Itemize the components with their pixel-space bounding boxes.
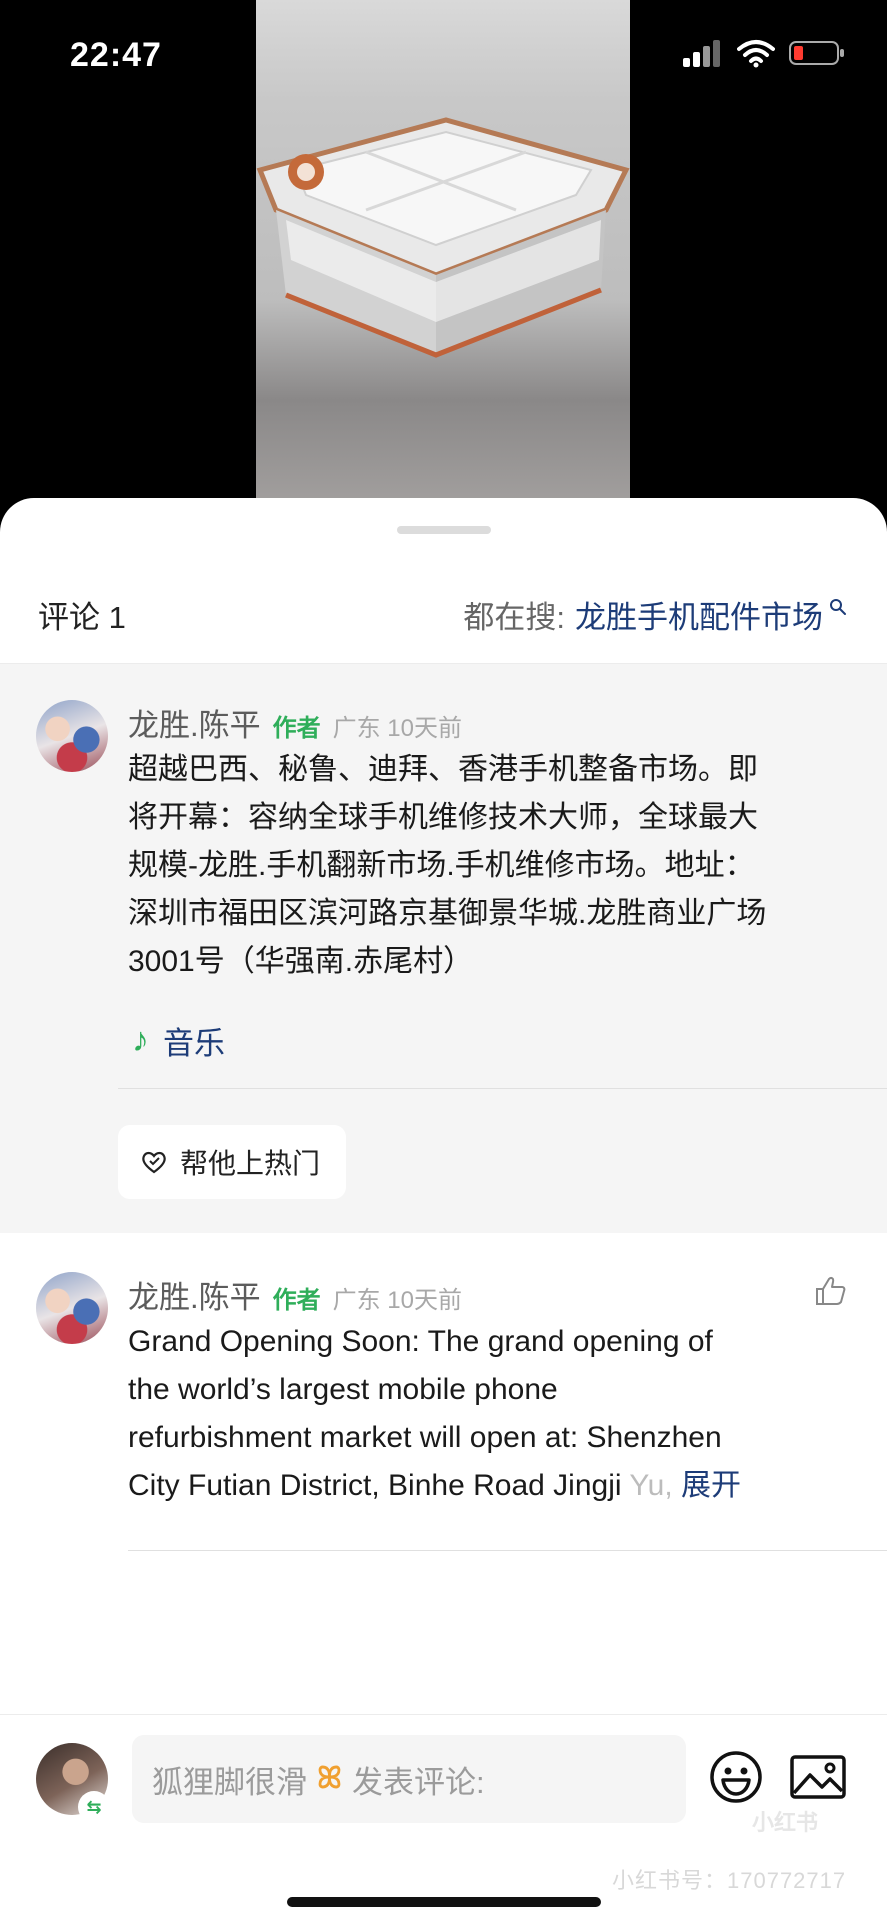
- comment-line: Grand Opening Soon: The grand opening of: [128, 1325, 713, 1358]
- wifi-icon: [737, 40, 775, 68]
- comment-text: Grand Opening Soon: The grand opening of…: [128, 1318, 848, 1510]
- author-name[interactable]: 龙胜.陈平: [128, 1272, 261, 1317]
- comment-text: 超越巴西、秘鲁、迪拜、香港手机整备市场。即 将开幕：容纳全球手机维修技术大师，全…: [128, 746, 848, 986]
- like-icon[interactable]: [815, 1276, 847, 1306]
- pinned-comment-block: 龙胜.陈平 作者 广东 10天前 超越巴西、秘鲁、迪拜、香港手机整备市场。即 将…: [0, 663, 887, 1233]
- music-note-icon: ♪: [132, 1021, 149, 1059]
- comments-sheet: 评论 1 都在搜: 龙胜手机配件市场 龙胜.陈平 作者 广东 10天前 超越巴西…: [0, 498, 887, 1920]
- music-tag[interactable]: ♪ 音乐: [132, 1018, 225, 1063]
- divider: [118, 1088, 887, 1089]
- comment-meta: 龙胜.陈平 作者 广东 10天前: [128, 1272, 462, 1317]
- comment-line: the world’s largest mobile phone: [128, 1373, 558, 1406]
- comment-line: City Futian District, Binhe Road Jingji: [128, 1469, 630, 1502]
- sheet-grabber[interactable]: [397, 526, 491, 534]
- comment-line-last: City Futian District, Binhe Road Jingji …: [128, 1462, 848, 1510]
- comment-meta: 龙胜.陈平 作者 广东 10天前: [128, 700, 462, 745]
- status-time: 22:47: [70, 36, 162, 74]
- avatar[interactable]: [36, 1272, 108, 1344]
- battery-icon: [789, 41, 844, 65]
- boost-label: 帮他上热门: [180, 1148, 321, 1179]
- comment-line: 深圳市福田区滨河路京基御景华城.龙胜商业广场: [128, 897, 767, 930]
- search-term-link[interactable]: 龙胜手机配件市场: [575, 592, 823, 637]
- emoji-icon[interactable]: [708, 1749, 764, 1805]
- sheet-header: 评论 1 都在搜: 龙胜手机配件市场: [0, 578, 887, 660]
- comment-line: 将开幕：容纳全球手机维修技术大师，全球最大: [128, 801, 758, 834]
- comment-line: refurbishment market will open at: Shenz…: [128, 1421, 722, 1454]
- author-name[interactable]: 龙胜.陈平: [128, 700, 261, 745]
- search-suggestion[interactable]: 都在搜: 龙胜手机配件市场: [463, 592, 847, 637]
- status-icons: [683, 38, 845, 68]
- boost-button[interactable]: 帮他上热门: [118, 1125, 347, 1199]
- image-icon[interactable]: [790, 1755, 846, 1799]
- expand-button[interactable]: 展开: [681, 1469, 741, 1502]
- signal-icon: [683, 40, 720, 67]
- video-area[interactable]: 22:47: [0, 0, 887, 520]
- input-user-prefix: 狐狸脚很滑: [152, 1764, 307, 1800]
- comment-fade-text: Yu,: [629, 1469, 673, 1502]
- comment-line: 3001号（华强南.赤尾村）: [128, 945, 474, 978]
- location-time: 广东 10天前: [332, 715, 462, 742]
- comment-input[interactable]: 狐狸脚很滑 ꕤ 发表评论:: [132, 1735, 686, 1823]
- status-bar: 22:47: [0, 0, 887, 110]
- comment-count-title: 评论 1: [38, 600, 126, 635]
- butterfly-icon: ꕤ: [317, 1762, 342, 1795]
- music-label: 音乐: [163, 1026, 225, 1061]
- author-badge: 作者: [272, 715, 321, 742]
- home-indicator[interactable]: [287, 1897, 601, 1907]
- watermark-id: 小红书号：170772717: [612, 1868, 847, 1893]
- author-badge: 作者: [272, 1287, 321, 1314]
- switch-account-icon[interactable]: ⇆: [78, 1791, 110, 1823]
- comment-line: 超越巴西、秘鲁、迪拜、香港手机整备市场。即: [128, 753, 758, 786]
- location-time: 广东 10天前: [332, 1287, 462, 1314]
- avatar[interactable]: [36, 700, 108, 772]
- search-prefix: 都在搜:: [463, 600, 565, 635]
- comment-line: 规模-龙胜.手机翻新市场.手机维修市场。地址：: [128, 849, 755, 882]
- input-placeholder: 发表评论:: [351, 1764, 485, 1800]
- search-icon: [830, 598, 846, 615]
- heart-boost-icon: [142, 1151, 166, 1174]
- divider: [128, 1550, 887, 1551]
- watermark-logo: 小红书: [752, 1810, 819, 1835]
- bottom-comment-bar: ⇆ 狐狸脚很滑 ꕤ 发表评论: 小红书 小红书号：170772717: [0, 1714, 887, 1920]
